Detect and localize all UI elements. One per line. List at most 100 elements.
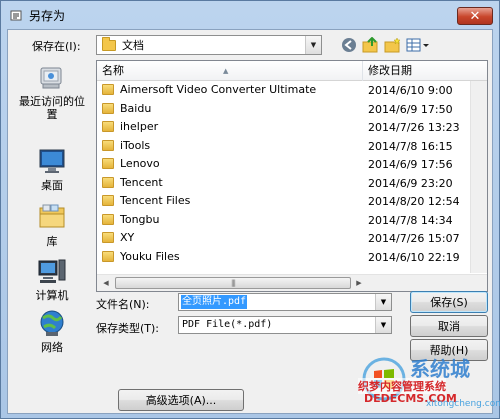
folder-icon <box>102 102 114 114</box>
title-bar[interactable]: 另存为 ✕ <box>1 1 499 29</box>
filename-value: 全页照片.pdf <box>181 295 248 309</box>
file-row[interactable]: Tencent Files 2014/8/20 12:54 <box>97 192 471 211</box>
dialog-title: 另存为 <box>29 8 66 23</box>
place-label: 桌面 <box>41 179 63 192</box>
file-name-cell: Youku Files <box>102 250 180 263</box>
file-row[interactable]: Tencent 2014/6/9 23:20 <box>97 174 471 193</box>
place-label: 网络 <box>41 341 63 354</box>
file-date: 2014/6/10 22:19 <box>368 250 460 264</box>
save-in-label: 保存在(I): <box>32 40 81 53</box>
view-menu-button[interactable] <box>406 36 430 54</box>
new-folder-icon <box>384 37 401 53</box>
up-folder-button[interactable] <box>362 36 380 54</box>
file-row[interactable]: Lenovo 2014/6/9 17:56 <box>97 155 471 174</box>
file-date: 2014/6/9 23:20 <box>368 176 453 190</box>
chevron-down-icon[interactable]: ▼ <box>305 36 321 54</box>
file-name: Lenovo <box>120 157 160 170</box>
file-name: Baidu <box>120 101 152 115</box>
column-header-date[interactable]: 修改日期 <box>363 61 487 81</box>
advanced-options-button[interactable]: 高级选项(A)... <box>118 389 244 411</box>
new-folder-button[interactable] <box>384 36 402 54</box>
file-date: 2014/6/9 17:50 <box>368 102 453 116</box>
watermark-logo: 系统城 织梦内容管理系统 DEDECMS.COM xitongcheng.com <box>348 351 500 411</box>
column-header-name[interactable]: 名称 ▲ <box>97 61 363 81</box>
file-name: XY <box>120 231 135 244</box>
place-desktop[interactable]: 桌面 <box>14 146 90 192</box>
file-row[interactable]: Tongbu 2014/7/8 14:34 <box>97 211 471 230</box>
file-row[interactable]: Baidu 2014/6/9 17:50 <box>97 100 471 119</box>
file-name-cell: Tongbu <box>102 213 160 226</box>
chevron-down-icon[interactable]: ▼ <box>375 317 391 333</box>
places-bar: 最近访问的位置 桌面 库 计算机 网络 <box>14 60 90 354</box>
file-list[interactable]: 名称 ▲ 修改日期 Aimersoft Video Converter Ulti… <box>96 60 488 292</box>
file-row[interactable]: Youku Files 2014/6/10 22:19 <box>97 248 471 267</box>
back-arrow-icon <box>342 38 356 52</box>
save-button[interactable]: 保存(S) <box>410 291 488 313</box>
filetype-label: 保存类型(T): <box>96 322 160 335</box>
back-button[interactable] <box>340 36 358 54</box>
file-name: Aimersoft Video Converter Ultimate <box>120 83 317 96</box>
vertical-scrollbar[interactable] <box>470 81 487 273</box>
file-row[interactable]: iTools 2014/7/8 16:15 <box>97 137 471 156</box>
filename-field[interactable]: 全页照片.pdf ▼ <box>178 293 392 311</box>
file-date: 2014/6/9 17:56 <box>368 158 453 171</box>
file-date: 2014/6/10 9:00 <box>368 84 453 97</box>
file-name-cell: Tencent <box>102 176 163 189</box>
nav-toolbar <box>340 36 430 54</box>
file-row[interactable]: Aimersoft Video Converter Ultimate 2014/6… <box>97 81 471 100</box>
place-network[interactable]: 网络 <box>14 308 90 354</box>
file-date: 2014/7/26 13:23 <box>368 121 460 134</box>
place-recent[interactable]: 最近访问的位置 <box>14 62 90 121</box>
file-name: Tencent <box>120 175 163 189</box>
view-menu-icon <box>406 38 429 52</box>
file-name: Youku Files <box>120 249 180 263</box>
folder-icon <box>102 213 114 225</box>
place-label: 库 <box>46 235 58 248</box>
file-name-cell: Aimersoft Video Converter Ultimate <box>102 83 316 96</box>
chevron-down-icon[interactable]: ▼ <box>375 294 391 310</box>
sort-ascending-icon: ▲ <box>223 67 229 75</box>
dialog-app-icon <box>10 10 22 21</box>
scroll-left-icon[interactable]: ◀ <box>98 275 114 291</box>
file-name: iTools <box>120 138 151 152</box>
close-button[interactable]: ✕ <box>457 7 493 25</box>
scroll-right-icon[interactable]: ▶ <box>351 275 367 291</box>
file-name-cell: iTools <box>102 139 150 152</box>
folder-icon <box>102 84 114 95</box>
file-name-cell: XY <box>102 231 134 244</box>
dialog-body: 保存在(I): 文档 ▼ 最近访问的位置 桌面 库 计算机 网络 名称 ▲ 修改… <box>7 29 500 414</box>
cancel-button[interactable]: 取消 <box>410 315 488 337</box>
folder-icon <box>102 158 114 169</box>
watermark-url: xitongcheng.com <box>426 399 500 409</box>
file-rows: Aimersoft Video Converter Ultimate 2014/6… <box>97 81 471 266</box>
column-name-label: 名称 <box>102 64 124 77</box>
file-name-cell: Baidu <box>102 102 151 115</box>
computer-icon <box>37 256 67 286</box>
file-name-cell: Lenovo <box>102 157 160 170</box>
folder-icon <box>102 195 114 206</box>
file-date: 2014/8/20 12:54 <box>368 195 460 208</box>
libraries-icon <box>37 202 67 232</box>
close-icon: ✕ <box>469 8 481 24</box>
list-header: 名称 ▲ 修改日期 <box>97 61 487 81</box>
save-in-combo[interactable]: 文档 ▼ <box>96 35 322 55</box>
file-name: Tongbu <box>120 212 160 226</box>
place-libraries[interactable]: 库 <box>14 202 90 248</box>
filetype-select[interactable]: PDF File(*.pdf) ▼ <box>178 316 392 334</box>
save-as-dialog: 另存为 ✕ 保存在(I): 文档 ▼ 最近访问的位置 桌面 库 计算机 网络 名… <box>0 0 500 419</box>
file-row[interactable]: XY 2014/7/26 15:07 <box>97 229 471 248</box>
folder-icon <box>102 250 114 262</box>
folder-icon <box>102 139 114 151</box>
place-label: 最近访问的位置 <box>19 95 85 121</box>
up-folder-icon <box>362 37 378 53</box>
folder-icon <box>102 232 114 243</box>
documents-folder-icon <box>102 36 116 51</box>
file-name: Tencent Files <box>120 194 191 207</box>
filename-label: 文件名(N): <box>96 298 150 311</box>
desktop-icon <box>37 146 67 176</box>
scroll-thumb[interactable]: ||| <box>115 277 351 289</box>
recent-places-icon <box>37 62 67 92</box>
place-computer[interactable]: 计算机 <box>14 256 90 302</box>
horizontal-scrollbar[interactable]: ◀ ||| ▶ <box>97 274 487 291</box>
file-row[interactable]: ihelper 2014/7/26 13:23 <box>97 118 471 137</box>
